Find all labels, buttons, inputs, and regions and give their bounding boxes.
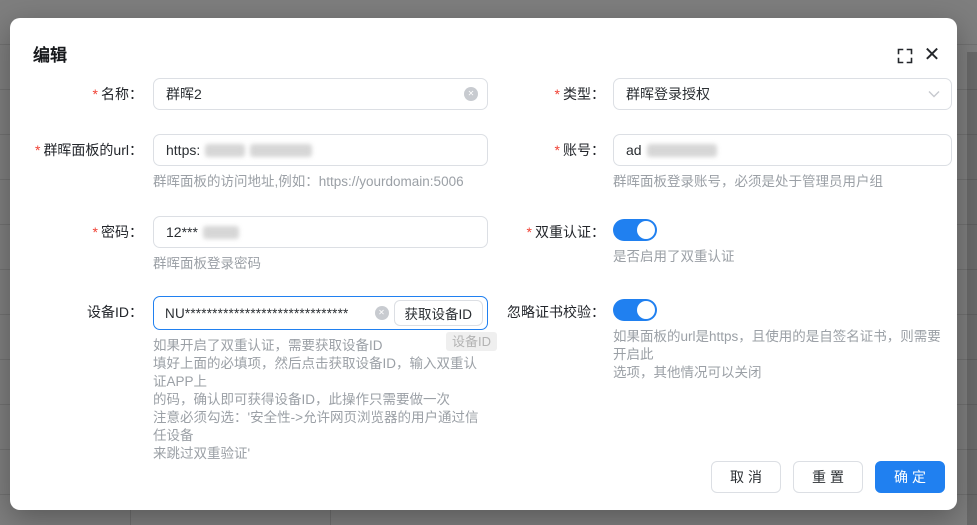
redacted-text (647, 144, 717, 157)
toggle-knob (637, 221, 655, 239)
device-id-helper: 如果开启了双重认证，需要获取设备ID 填好上面的必填项，然后点击获取设备ID，输… (153, 337, 488, 463)
account-label: *账号： (500, 134, 605, 191)
cancel-button[interactable]: 取消 (711, 461, 781, 493)
ignore-cert-toggle[interactable] (613, 299, 657, 321)
url-input[interactable]: https: (153, 134, 488, 166)
redacted-text (203, 226, 239, 239)
required-mark: * (93, 86, 98, 102)
redacted-text (250, 144, 312, 157)
name-input[interactable]: 群晖2 ✕ (153, 78, 488, 110)
dialog-footer: 取消 重置 确定 (711, 461, 945, 493)
background-scrollbar (967, 52, 977, 525)
password-label: *密码： (30, 216, 143, 273)
required-mark: * (35, 142, 40, 158)
edit-dialog: 编辑 ✕ *名称： 群晖2 ✕ *类型： 群晖登录授权 (10, 18, 957, 510)
password-input[interactable]: 12*** (153, 216, 488, 248)
password-helper: 群晖面板登录密码 (153, 255, 488, 273)
type-select[interactable]: 群晖登录授权 (613, 78, 952, 110)
reset-button[interactable]: 重置 (793, 461, 863, 493)
device-id-tooltip: 设备ID (446, 332, 497, 351)
chevron-down-icon (928, 91, 940, 98)
required-mark: * (555, 142, 560, 158)
url-value: https: (166, 142, 200, 158)
url-helper: 群晖面板的访问地址,例如：https://yourdomain:5006 (153, 173, 488, 191)
device-id-label: 设备ID： (30, 296, 143, 463)
clear-icon[interactable]: ✕ (464, 87, 478, 101)
account-value: ad (626, 142, 642, 158)
confirm-button[interactable]: 确定 (875, 461, 945, 493)
ignore-cert-label: 忽略证书校验： (500, 296, 605, 463)
account-input[interactable]: ad (613, 134, 952, 166)
required-mark: * (527, 224, 532, 240)
toggle-knob (637, 301, 655, 319)
clear-icon[interactable]: ✕ (375, 306, 389, 320)
get-device-id-button[interactable]: 获取设备ID (394, 300, 484, 326)
name-label: *名称： (30, 78, 143, 110)
name-value: 群晖2 (166, 84, 202, 104)
device-id-value: NU****************************** (165, 306, 372, 321)
required-mark: * (93, 224, 98, 240)
dialog-title: 编辑 (33, 45, 67, 67)
device-id-input[interactable]: NU****************************** ✕ 获取设备I… (153, 296, 488, 330)
ignore-cert-helper: 如果面板的url是https，且使用的是自签名证书，则需要开启此 选项，其他情况… (613, 328, 952, 382)
twofa-label: *双重认证： (500, 216, 605, 273)
close-icon[interactable]: ✕ (920, 43, 944, 67)
url-label: *群晖面板的url： (30, 134, 143, 191)
password-value: 12*** (166, 224, 198, 240)
fullscreen-icon[interactable] (896, 47, 914, 65)
redacted-text (205, 144, 245, 157)
twofa-toggle[interactable] (613, 219, 657, 241)
required-mark: * (555, 86, 560, 102)
type-selected-value: 群晖登录授权 (626, 84, 710, 104)
account-helper: 群晖面板登录账号，必须是处于管理员用户组 (613, 173, 952, 191)
twofa-helper: 是否启用了双重认证 (613, 248, 952, 266)
type-label: *类型： (500, 78, 605, 110)
